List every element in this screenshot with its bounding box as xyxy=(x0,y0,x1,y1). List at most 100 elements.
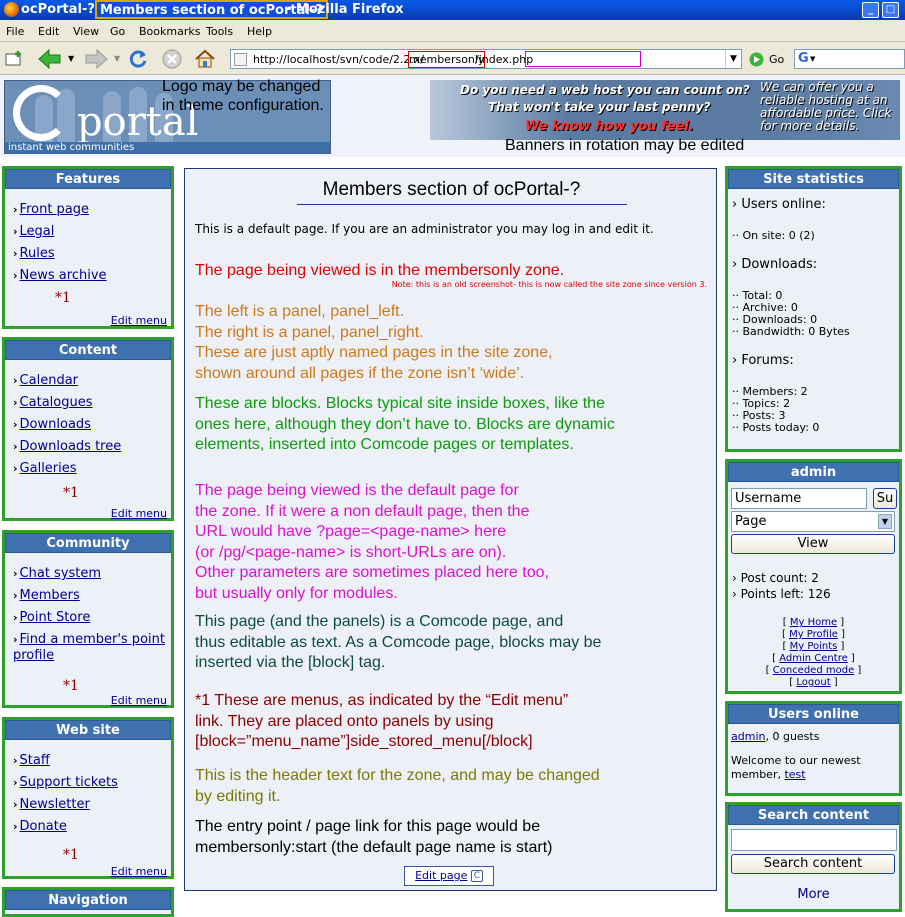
menu-link[interactable]: Rules xyxy=(20,246,55,261)
menu-link[interactable]: Staff xyxy=(20,753,50,768)
menu-link[interactable]: Chat system xyxy=(20,566,102,581)
menu-item[interactable]: › Members xyxy=(13,588,80,603)
menu-item[interactable]: › Find a member's point profile xyxy=(13,632,173,664)
go-icon[interactable] xyxy=(749,52,764,67)
menu-link[interactable]: Newsletter xyxy=(20,797,90,812)
username-input[interactable]: Username xyxy=(731,488,867,509)
address-bar[interactable]: http://localhost/svn/code/2.2.x/ members… xyxy=(230,49,742,69)
search-input[interactable] xyxy=(731,829,897,851)
menu-item[interactable]: › Downloads xyxy=(13,417,91,432)
menu-link[interactable]: News archive xyxy=(20,268,107,283)
member-label: member, xyxy=(731,768,785,781)
address-dropdown-icon[interactable]: ▼ xyxy=(725,50,741,68)
edit-menu-link[interactable]: Edit menu xyxy=(111,314,167,327)
zone-annotation: The page being viewed is in the memberso… xyxy=(195,262,565,279)
menu-item[interactable]: › Staff xyxy=(13,753,50,768)
url-zone-highlight: membersonly xyxy=(408,51,486,68)
menu-link[interactable]: Calendar xyxy=(20,373,78,388)
forward-icon[interactable] xyxy=(82,48,110,70)
menu-item[interactable]: › Donate xyxy=(13,819,67,834)
menu-item[interactable]: › Rules xyxy=(13,246,55,261)
online-user-link[interactable]: admin xyxy=(731,730,765,743)
admin-centre-link[interactable]: Admin Centre xyxy=(779,653,848,664)
menu-go[interactable]: Go xyxy=(110,25,125,38)
home-icon[interactable] xyxy=(194,48,216,70)
conceded-mode-link[interactable]: Conceded mode xyxy=(773,665,854,676)
chevron-down-icon[interactable]: ▼ xyxy=(878,514,892,529)
banner-line-2: That won't take your last penny? xyxy=(488,100,711,114)
menu-help[interactable]: Help xyxy=(247,25,272,38)
menu-item[interactable]: › Downloads tree xyxy=(13,439,121,454)
my-home-link[interactable]: My Home xyxy=(790,617,837,628)
menu-item[interactable]: › News archive xyxy=(13,268,107,283)
menu-bookmarks[interactable]: Bookmarks xyxy=(139,25,200,38)
annotation-line: [block=”menu_name”]side_stored_menu[/blo… xyxy=(195,733,533,750)
menu-link[interactable]: Members xyxy=(20,588,80,603)
box-title: Search content xyxy=(728,805,899,825)
maximize-icon[interactable]: □ xyxy=(882,2,899,18)
on-site-count: On site: 0 (2) xyxy=(742,229,815,242)
stat-heading: › Forums: xyxy=(732,353,794,368)
stop-icon[interactable] xyxy=(161,48,183,70)
menu-view[interactable]: View xyxy=(73,25,99,38)
menu-link[interactable]: Point Store xyxy=(20,610,91,625)
menu-file[interactable]: File xyxy=(6,25,24,38)
menu-tools[interactable]: Tools xyxy=(206,25,233,38)
page-select[interactable]: Page ▼ xyxy=(731,511,895,532)
menu-item[interactable]: › Catalogues xyxy=(13,395,92,410)
menu-item[interactable]: › Legal xyxy=(13,224,54,239)
annotation-line: These are just aptly named pages in the … xyxy=(195,344,553,361)
logout-link[interactable]: Logout xyxy=(796,677,830,688)
reload-icon[interactable] xyxy=(127,48,149,70)
banner-annotation: Banners in rotation may be edited xyxy=(505,137,745,154)
edit-menu-link[interactable]: Edit menu xyxy=(111,694,167,707)
new-tab-icon[interactable] xyxy=(4,48,26,70)
my-profile-link[interactable]: My Profile xyxy=(789,629,838,640)
go-button[interactable]: Go xyxy=(769,53,784,66)
menu-link[interactable]: Legal xyxy=(20,224,55,239)
search-engine-dropdown-icon[interactable]: ▼ xyxy=(810,55,815,63)
submit-button[interactable]: Su xyxy=(873,488,897,509)
search-engine-field[interactable]: G ▼ xyxy=(794,49,905,69)
back-dropdown-icon[interactable]: ▼ xyxy=(68,54,74,63)
page-icon xyxy=(234,53,247,66)
menu-item[interactable]: › Front page xyxy=(13,202,89,217)
view-button[interactable]: View xyxy=(731,534,895,554)
menu-item[interactable]: › Newsletter xyxy=(13,797,90,812)
menu-item[interactable]: › Chat system xyxy=(13,566,101,581)
url-parameters-placeholder xyxy=(525,51,641,67)
menu-link[interactable]: Downloads xyxy=(20,417,91,432)
minimize-icon[interactable]: _ xyxy=(862,2,879,18)
default-page-annotation: The page being viewed is the default pag… xyxy=(195,481,549,604)
banner-line-3: We know how you feel. xyxy=(525,119,694,134)
welcome-text: Welcome to our newest xyxy=(731,754,861,767)
edit-page-button[interactable]: Edit page C xyxy=(404,866,494,886)
box-title: Users online xyxy=(728,704,899,724)
menu-link[interactable]: Find a member's point profile xyxy=(13,632,165,663)
back-icon[interactable] xyxy=(36,48,64,70)
my-points-link[interactable]: My Points xyxy=(790,641,838,652)
edit-menu-link[interactable]: Edit menu xyxy=(111,507,167,520)
edit-menu-link[interactable]: Edit menu xyxy=(111,865,167,878)
menus-annotation: *1 These are menus, as indicated by the … xyxy=(195,691,568,753)
comcode-icon: C xyxy=(470,870,483,882)
menu-edit[interactable]: Edit xyxy=(38,25,59,38)
menu-item[interactable]: › Galleries xyxy=(13,461,77,476)
annotation-line: ones here, although they don’t have to. … xyxy=(195,415,615,433)
edit-page-link[interactable]: Edit page xyxy=(415,869,467,882)
menu-link[interactable]: Front page xyxy=(20,202,89,217)
menu-item[interactable]: › Point Store xyxy=(13,610,90,625)
menu-marker: *1 xyxy=(63,485,79,501)
menu-link[interactable]: Catalogues xyxy=(20,395,93,410)
menu-link[interactable]: Downloads tree xyxy=(20,439,122,454)
search-button[interactable]: Search content xyxy=(731,854,895,874)
newest-member-link[interactable]: test xyxy=(784,768,805,781)
ad-banner[interactable]: Do you need a web host you can count on?… xyxy=(430,80,900,140)
menu-link[interactable]: Support tickets xyxy=(20,775,118,790)
forward-dropdown-icon[interactable]: ▼ xyxy=(114,54,120,63)
menu-link[interactable]: Galleries xyxy=(20,461,77,476)
menu-item[interactable]: › Support tickets xyxy=(13,775,118,790)
menu-link[interactable]: Donate xyxy=(20,819,67,834)
menu-item[interactable]: › Calendar xyxy=(13,373,78,388)
annotation-line: These are blocks. Blocks typical site in… xyxy=(195,395,605,412)
